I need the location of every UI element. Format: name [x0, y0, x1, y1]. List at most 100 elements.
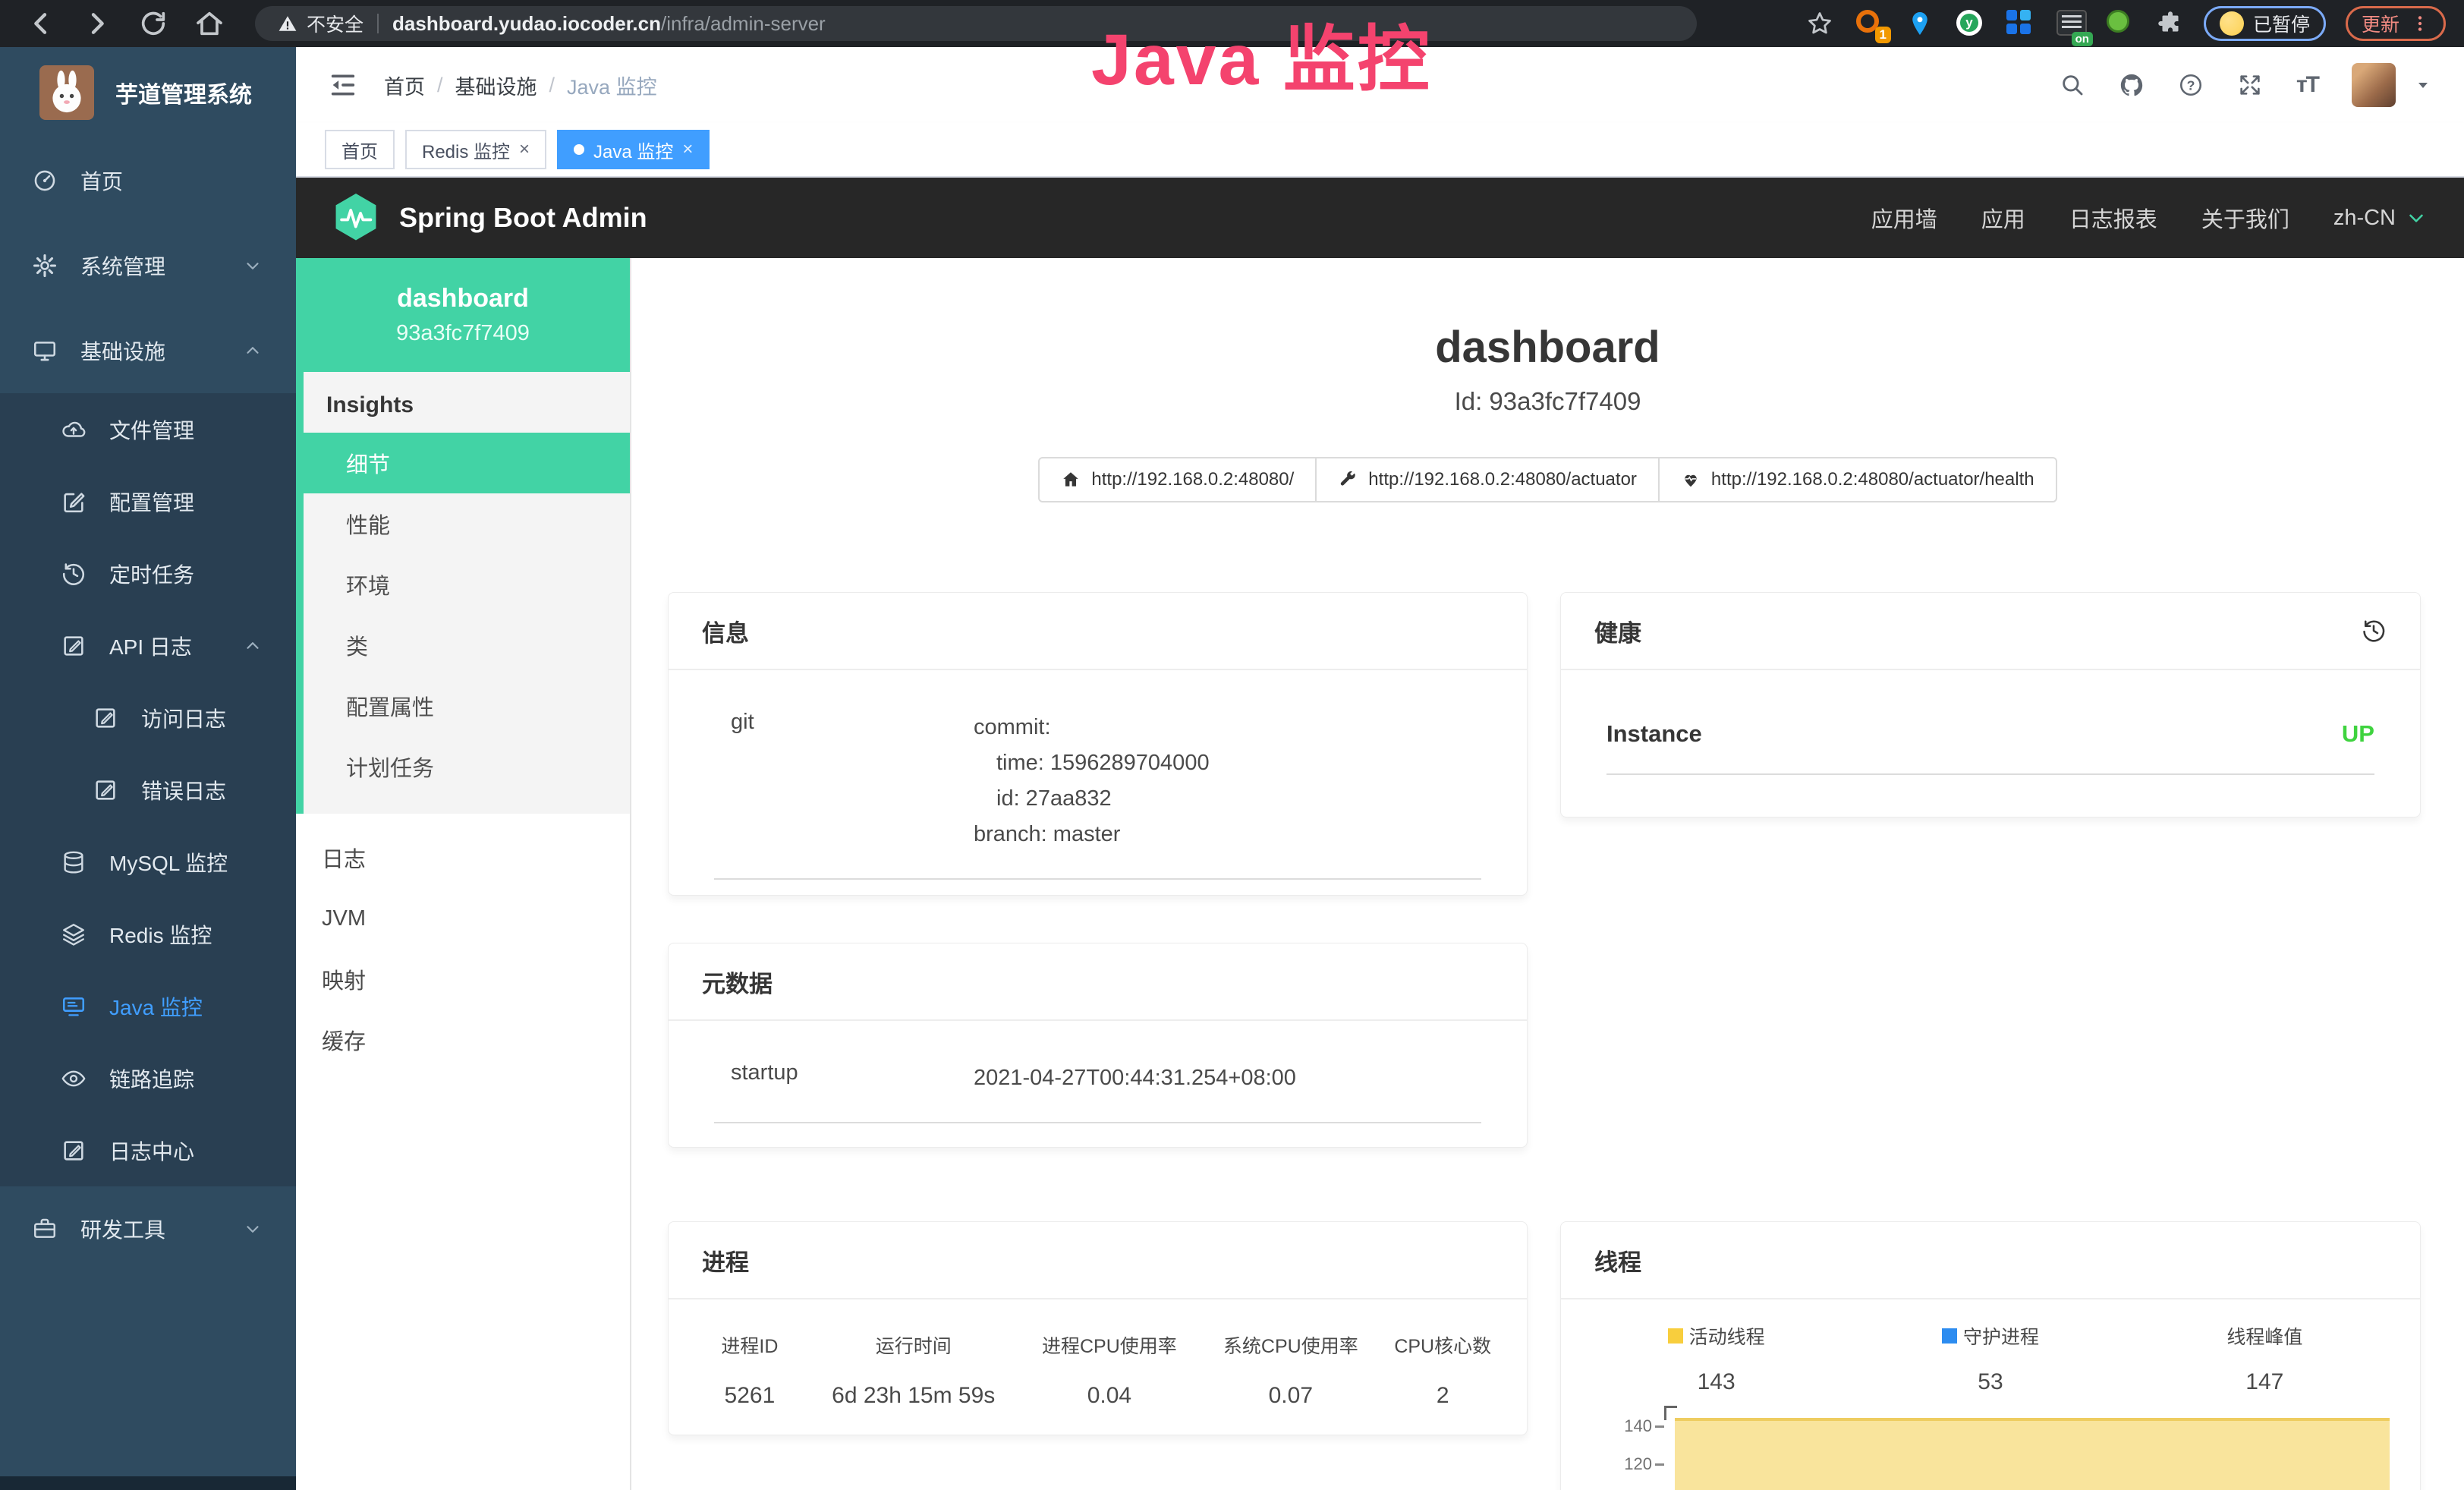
threads-area-chart: 140120100	[1579, 1410, 2402, 1490]
fullscreen-icon[interactable]	[2237, 72, 2263, 98]
legend-text: 线程峰值	[2226, 1322, 2302, 1350]
threads-card-title: 线程	[1561, 1222, 2420, 1299]
browser-home-icon[interactable]	[194, 8, 225, 39]
breadcrumb-item: Java 监控	[567, 71, 657, 100]
tab-label: Redis 监控	[422, 137, 510, 163]
address-bar[interactable]: 不安全 dashboard.yudao.iocoder.cn /infra/ad…	[255, 6, 1697, 41]
extension-badge: 1	[1875, 27, 1891, 43]
app-logo-image	[39, 65, 94, 120]
legend-swatch-icon	[1668, 1328, 1683, 1344]
sba-sidebar-item-类[interactable]: 类	[304, 615, 630, 676]
tab-Java 监控[interactable]: Java 监控×	[557, 130, 710, 169]
extensions-puzzle-icon[interactable]	[2157, 10, 2184, 37]
tab-首页[interactable]: 首页	[325, 130, 395, 169]
avatar-caret-down-icon[interactable]	[2414, 76, 2432, 94]
threads-legend-item: 守护进程53	[1853, 1322, 2127, 1395]
sidebar-item-label: 配置管理	[109, 487, 194, 517]
sba-brand-title[interactable]: Spring Boot Admin	[399, 202, 647, 234]
sidebar-item-研发工具[interactable]: 研发工具	[0, 1186, 296, 1271]
browser-profile-button[interactable]: 已暂停	[2204, 6, 2326, 41]
sidebar-item-Java 监控[interactable]: Java 监控	[0, 970, 296, 1042]
sidebar-item-系统管理[interactable]: 系统管理	[0, 223, 296, 308]
sba-sidebar-items: 日志JVM映射缓存	[296, 827, 630, 1070]
process-table: 进程ID5261运行时间6d 23h 15m 59s进程CPU使用率0.04系统…	[669, 1299, 1527, 1409]
sidebar-item-日志中心[interactable]: 日志中心	[0, 1114, 296, 1186]
font-size-icon[interactable]: тT	[2296, 72, 2318, 98]
sba-sidebar-item-性能[interactable]: 性能	[304, 493, 630, 554]
health-instance-row[interactable]: Instance UP	[1606, 720, 2374, 748]
sidebar-item-错误日志[interactable]: 错误日志	[0, 754, 296, 826]
profile-avatar-icon	[2220, 11, 2244, 36]
sidebar-item-label: API 日志	[109, 631, 192, 661]
process-column-header: 进程CPU使用率	[1016, 1331, 1204, 1359]
breadcrumb-item[interactable]: 基础设施	[455, 71, 537, 100]
search-icon[interactable]	[2060, 72, 2085, 98]
extension-icon-1[interactable]: 1	[1856, 10, 1883, 37]
breadcrumb-item[interactable]: 首页	[384, 71, 425, 100]
sidebar-item-Redis 监控[interactable]: Redis 监控	[0, 898, 296, 970]
github-icon[interactable]	[2119, 72, 2145, 98]
sba-sidebar-item-配置属性[interactable]: 配置属性	[304, 676, 630, 736]
help-icon[interactable]: ?	[2178, 72, 2204, 98]
instance-header[interactable]: dashboard 93a3fc7f7409	[296, 258, 630, 372]
instance-url-button[interactable]: http://192.168.0.2:48080/	[1038, 457, 1317, 502]
legend-swatch-icon	[1942, 1328, 1957, 1344]
chevron-down-icon	[2405, 206, 2428, 229]
extension-icon-2[interactable]: y	[1956, 10, 1984, 37]
user-avatar[interactable]	[2352, 63, 2396, 107]
sba-nav-应用墙[interactable]: 应用墙	[1871, 202, 1937, 234]
sidebar-item-MySQL 监控[interactable]: MySQL 监控	[0, 826, 296, 898]
sba-nav-关于我们[interactable]: 关于我们	[2201, 202, 2289, 234]
metadata-value: 2021-04-27T00:44:31.254+08:00	[974, 1060, 1296, 1096]
browser-update-menu-button[interactable]: 更新	[2346, 6, 2446, 41]
sidebar-item-访问日志[interactable]: 访问日志	[0, 682, 296, 754]
tab-close-icon[interactable]: ×	[519, 140, 530, 159]
info-value-line: time: 1596289704000	[974, 745, 1210, 781]
row-underline	[714, 1122, 1481, 1123]
process-column-value: 6d 23h 15m 59s	[811, 1383, 1016, 1409]
sidebar-item-首页[interactable]: 首页	[0, 138, 296, 223]
extension-icon-3[interactable]	[2006, 10, 2034, 37]
tab-close-icon[interactable]: ×	[682, 140, 693, 159]
sba-sidebar-item-映射[interactable]: 映射	[296, 949, 630, 1010]
update-label: 更新	[2362, 10, 2399, 37]
legend-text: 守护进程	[1963, 1322, 2039, 1350]
tab-Redis 监控[interactable]: Redis 监控 ×	[405, 130, 546, 169]
threads-legend-label: 活动线程	[1579, 1322, 1853, 1350]
sba-nav-日志报表[interactable]: 日志报表	[2069, 202, 2157, 234]
insights-group-label[interactable]: Insights	[304, 378, 630, 433]
sidebar-item-定时任务[interactable]: 定时任务	[0, 537, 296, 610]
browser-reload-icon[interactable]	[138, 8, 168, 39]
browser-back-icon[interactable]	[26, 8, 56, 39]
locale-selector[interactable]: zh-CN	[2333, 206, 2428, 231]
threads-legend: 活动线程143守护进程53线程峰值147	[1579, 1322, 2402, 1395]
threads-legend-item: 活动线程143	[1579, 1322, 1853, 1395]
extension-icon-4[interactable]: on	[2056, 10, 2084, 37]
instance-url-button[interactable]: http://192.168.0.2:48080/actuator	[1315, 457, 1660, 502]
sba-sidebar-item-缓存[interactable]: 缓存	[296, 1010, 630, 1070]
sidebar-item-配置管理[interactable]: 配置管理	[0, 465, 296, 537]
pin-extension-icon[interactable]	[1906, 10, 1934, 37]
info-value-lines: commit:time: 1596289704000id: 27aa832bra…	[974, 710, 1210, 852]
app-logo-row[interactable]: 芋道管理系统	[0, 47, 296, 138]
heartbeat-icon	[1681, 470, 1701, 490]
process-column-header: 运行时间	[811, 1331, 1016, 1359]
monitor-icon	[32, 338, 58, 364]
bookmark-star-icon[interactable]	[1806, 10, 1833, 37]
browser-forward-icon[interactable]	[82, 8, 112, 39]
sba-sidebar-item-细节[interactable]: 细节	[296, 433, 630, 493]
sba-sidebar-item-日志[interactable]: 日志	[296, 827, 630, 888]
sba-sidebar-item-计划任务[interactable]: 计划任务	[304, 736, 630, 797]
sba-sidebar-item-JVM[interactable]: JVM	[296, 888, 630, 949]
health-history-icon[interactable]	[2361, 618, 2387, 644]
sidebar-item-label: MySQL 监控	[109, 847, 228, 877]
sidebar-item-API 日志[interactable]: API 日志	[0, 610, 296, 682]
sidebar-item-基础设施[interactable]: 基础设施	[0, 308, 296, 393]
sidebar-item-链路追踪[interactable]: 链路追踪	[0, 1042, 296, 1114]
extension-icon-5[interactable]	[2107, 10, 2134, 37]
sidebar-item-文件管理[interactable]: 文件管理	[0, 393, 296, 465]
collapse-sidebar-icon[interactable]	[328, 70, 358, 100]
instance-url-button[interactable]: http://192.168.0.2:48080/actuator/health	[1658, 457, 2057, 502]
sba-sidebar-item-环境[interactable]: 环境	[304, 554, 630, 615]
sba-nav-应用[interactable]: 应用	[1981, 202, 2025, 234]
